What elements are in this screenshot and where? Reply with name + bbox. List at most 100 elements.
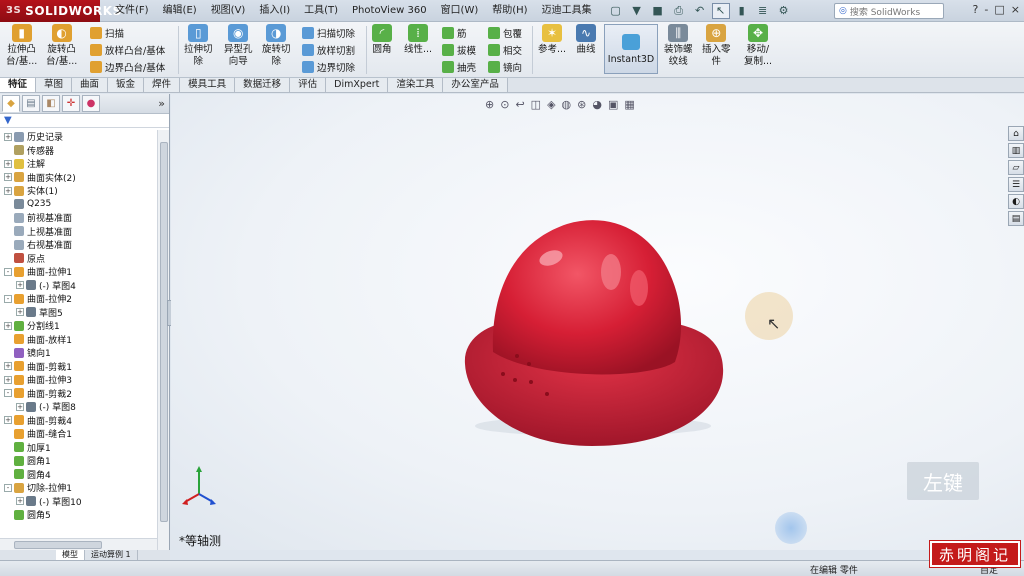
tree-toggle-icon[interactable]: - — [4, 389, 12, 398]
shell-button[interactable]: 抽壳 — [442, 58, 476, 75]
tab-0[interactable]: 特征 — [0, 78, 37, 92]
menu-item[interactable]: 文件(F) — [108, 0, 156, 22]
dimxpert-icon[interactable]: ✛ — [62, 95, 80, 112]
bottom-tab-0[interactable]: 模型 — [56, 550, 85, 560]
helmet-model[interactable] — [457, 214, 727, 454]
menu-item[interactable]: 插入(I) — [252, 0, 297, 22]
tree-node[interactable]: + 分割线1 — [0, 319, 157, 333]
graphics-area[interactable]: ⊕ ⊙ ↩ ◫ ◈ ◍ ⊛ ◕ ▣ ▦ ▫ ▫ ▫ ▫ ⌂ ▥ ▱ ☰ ◐ ▤ — [171, 94, 1024, 550]
tab-8[interactable]: DimXpert — [326, 78, 389, 92]
zoom-to-fit-icon[interactable]: ⊕ — [485, 98, 494, 111]
menu-item[interactable]: 迈迪工具集 — [535, 0, 599, 22]
tree-node[interactable]: + (-) 草图8 — [0, 400, 157, 414]
app-logo[interactable]: 3S SOLIDWORKS — [0, 0, 121, 22]
rib-button[interactable]: 筋 — [442, 24, 467, 41]
minimize-icon[interactable]: - — [984, 3, 988, 16]
print-icon[interactable]: ⎙ — [670, 3, 688, 19]
tree-node[interactable]: + 曲面-剪裁4 — [0, 414, 157, 428]
custom-properties-icon[interactable]: ▤ — [1008, 211, 1024, 226]
hole-wizard-button[interactable]: ◉ 异型孔 向导 — [224, 24, 253, 68]
viewport-tile-icon[interactable]: ▫ — [974, 94, 980, 96]
tree-node[interactable]: + (-) 草图4 — [0, 279, 157, 293]
insert-part-button[interactable]: ⊕ 插入零 件 — [702, 24, 731, 68]
tree-node[interactable]: 圆角5 — [0, 508, 157, 522]
tab-1[interactable]: 草图 — [36, 78, 73, 92]
extrude-cut-button[interactable]: ▯ 拉伸切 除 — [184, 24, 213, 68]
appearances-icon[interactable]: ◐ — [1008, 194, 1024, 209]
fillet-button[interactable]: ◜ 圆角 — [372, 24, 392, 56]
featuremanager-tree-icon[interactable]: ◆ — [2, 95, 20, 112]
sweep-button[interactable]: 扫描 — [90, 24, 124, 41]
tree-toggle-icon[interactable]: + — [16, 402, 24, 411]
swept-cut-button[interactable]: 扫描切除 — [302, 24, 355, 41]
section-view-icon[interactable]: ◫ — [531, 98, 541, 111]
tree-toggle-icon[interactable]: - — [4, 267, 12, 276]
tab-2[interactable]: 曲面 — [72, 78, 109, 92]
edit-appearance-icon[interactable]: ◕ — [592, 98, 602, 111]
view-orientation-icon[interactable]: ◈ — [547, 98, 555, 111]
apply-scene-icon[interactable]: ▣ — [608, 98, 618, 111]
curves-button[interactable]: ∿ 曲线 — [576, 24, 596, 56]
menu-item[interactable]: 编辑(E) — [156, 0, 204, 22]
cosmetic-thread-button[interactable]: ⫼ 装饰螺 纹线 — [664, 24, 693, 68]
bottom-tab-1[interactable]: 运动算例 1 — [85, 550, 138, 560]
extrude-boss-button[interactable]: ▮ 拉伸凸 台/基... — [6, 24, 37, 68]
tree-node[interactable]: + 曲面-拉伸3 — [0, 373, 157, 387]
revolve-cut-button[interactable]: ◑ 旋转切 除 — [262, 24, 291, 68]
tree-toggle-icon[interactable]: + — [16, 308, 24, 317]
boundary-cut-button[interactable]: 边界切除 — [302, 58, 355, 75]
tree-node[interactable]: 原点 — [0, 252, 157, 266]
save-icon[interactable]: ■ — [649, 3, 667, 19]
tree-toggle-icon[interactable]: + — [4, 375, 12, 384]
tree-node[interactable]: + 曲面实体(2) — [0, 171, 157, 185]
viewport-restore-icon[interactable]: ▫ — [1010, 94, 1016, 96]
wrap-button[interactable]: 包覆 — [488, 24, 522, 41]
solidworks-resources-icon[interactable]: ⌂ — [1008, 126, 1024, 141]
tree-node[interactable]: 传感器 — [0, 144, 157, 158]
tab-7[interactable]: 评估 — [290, 78, 327, 92]
draft-button[interactable]: 拔模 — [442, 41, 476, 58]
view-settings-icon[interactable]: ▦ — [624, 98, 634, 111]
tree-node[interactable]: 右视基准面 — [0, 238, 157, 252]
options-gear-icon[interactable]: ⚙ — [775, 3, 793, 19]
tree-node[interactable]: - 切除-拉伸1 — [0, 481, 157, 495]
instant3d-button[interactable]: Instant3D — [604, 24, 658, 74]
tree-node[interactable]: Q235 — [0, 198, 157, 212]
close-icon[interactable]: × — [1011, 3, 1020, 16]
tree-toggle-icon[interactable]: + — [4, 186, 12, 195]
file-properties-icon[interactable]: ≣ — [754, 3, 772, 19]
tree-node[interactable]: 曲面-放样1 — [0, 333, 157, 347]
view-palette-icon[interactable]: ☰ — [1008, 177, 1024, 192]
loft-boss-button[interactable]: 放样凸台/基体 — [90, 41, 165, 58]
tree-node[interactable]: + 曲面-剪裁1 — [0, 360, 157, 374]
tree-node[interactable]: + 注解 — [0, 157, 157, 171]
tree-node[interactable]: - 曲面-拉伸2 — [0, 292, 157, 306]
scroll-thumb[interactable] — [14, 541, 102, 549]
display-manager-icon[interactable]: ● — [82, 95, 100, 112]
tree-toggle-icon[interactable]: + — [4, 159, 12, 168]
tree-node[interactable]: + 实体(1) — [0, 184, 157, 198]
lofted-cut-button[interactable]: 放样切割 — [302, 41, 355, 58]
tab-3[interactable]: 钣金 — [108, 78, 145, 92]
tab-9[interactable]: 渲染工具 — [388, 78, 444, 92]
tree-node[interactable]: + (-) 草图10 — [0, 495, 157, 509]
tree-node[interactable]: 镜向1 — [0, 346, 157, 360]
tree-toggle-icon[interactable]: + — [4, 132, 12, 141]
menu-item[interactable]: 窗口(W) — [434, 0, 486, 22]
tree-toggle-icon[interactable]: + — [16, 497, 24, 506]
revolve-boss-button[interactable]: ◐ 旋转凸 台/基... — [46, 24, 77, 68]
display-style-icon[interactable]: ◍ — [562, 98, 572, 111]
file-explorer-icon[interactable]: ▱ — [1008, 160, 1024, 175]
menu-item[interactable]: 帮助(H) — [485, 0, 534, 22]
tree-node[interactable]: 圆角4 — [0, 468, 157, 482]
rebuild-icon[interactable]: ▮ — [733, 3, 751, 19]
viewport-minimize-icon[interactable]: ▫ — [998, 94, 1004, 96]
tree-node[interactable]: - 曲面-剪裁2 — [0, 387, 157, 401]
help-icon[interactable]: ? — [973, 3, 979, 16]
tab-6[interactable]: 数据迁移 — [235, 78, 291, 92]
intersect-button[interactable]: 相交 — [488, 41, 522, 58]
tree-node[interactable]: - 曲面-拉伸1 — [0, 265, 157, 279]
tree-toggle-icon[interactable]: + — [4, 416, 12, 425]
scroll-thumb[interactable] — [160, 142, 168, 522]
menu-item[interactable]: PhotoView 360 — [345, 0, 434, 22]
